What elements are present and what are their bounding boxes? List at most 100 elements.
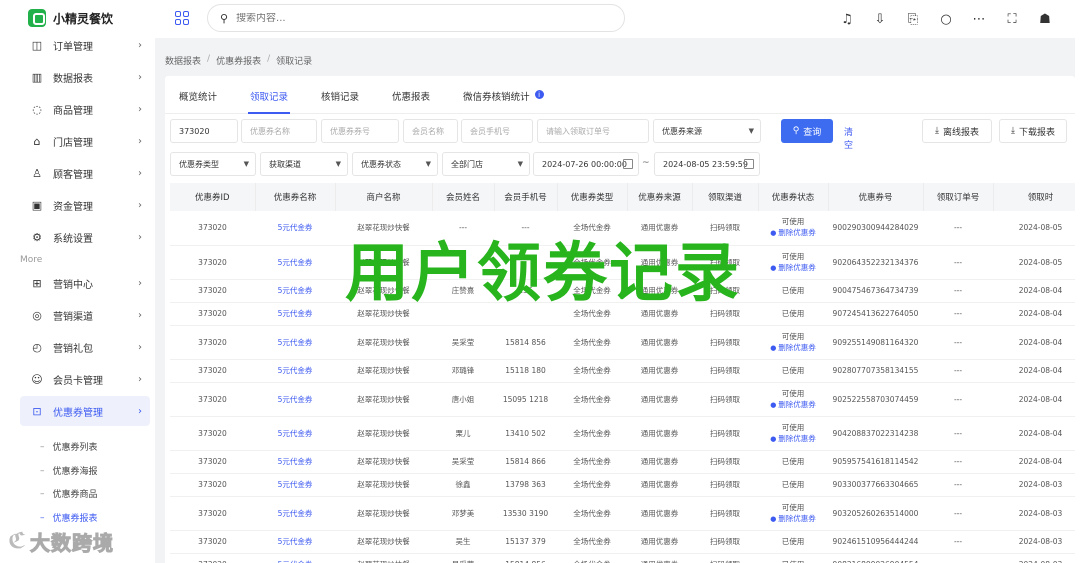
- coupon-type-select[interactable]: 优惠券类型 ▼: [170, 152, 256, 176]
- delete-coupon-link[interactable]: 删除优惠券: [758, 227, 828, 239]
- table-cell: 373020: [170, 211, 255, 246]
- chat-icon[interactable]: ⋯: [969, 9, 989, 29]
- status-text: 可使用: [781, 422, 805, 432]
- table-cell: 通用优惠券: [627, 359, 692, 383]
- search-input[interactable]: [236, 12, 537, 24]
- bell-icon[interactable]: ♫: [837, 9, 857, 29]
- table-cell: 373020: [170, 473, 255, 497]
- sidebar-item-products[interactable]: ◌ 商品管理 ›: [20, 94, 150, 124]
- member-name-field[interactable]: 会员名称: [403, 119, 458, 143]
- delete-coupon-link[interactable]: 删除优惠券: [758, 399, 828, 411]
- order-no-field[interactable]: 请输入领取订单号: [537, 119, 649, 143]
- table-cell[interactable]: 5元代金券: [255, 553, 335, 563]
- member-phone-field[interactable]: 会员手机号: [461, 119, 533, 143]
- tab-wechat-redemption[interactable]: 微信券核销统计 i: [463, 76, 544, 114]
- coupon-status-select[interactable]: 优惠券状态 ▼: [352, 152, 438, 176]
- date-start-value: 2024-07-26 00:00:00: [542, 159, 627, 169]
- sidebar: 小精灵餐饮 ◫ 订单管理 › ▥ 数据报表 › ◌ 商品管理 › ⌂ 门店管理 …: [10, 0, 155, 563]
- delete-coupon-link[interactable]: 删除优惠券: [758, 342, 828, 354]
- table-cell: 已使用: [758, 553, 828, 563]
- sidebar-item-channels[interactable]: ◎ 营销渠道 ›: [20, 300, 150, 330]
- table-cell[interactable]: 5元代金券: [255, 473, 335, 497]
- table-cell[interactable]: 5元代金券: [255, 496, 335, 531]
- sub-item-coupon-list[interactable]: – 优惠券列表: [40, 440, 98, 454]
- calendar-icon: [744, 159, 754, 169]
- delete-coupon-link[interactable]: 删除优惠券: [758, 433, 828, 445]
- column-header: 商户名称: [335, 183, 433, 211]
- coupon-no-field[interactable]: 优惠券券号: [321, 119, 399, 143]
- sidebar-item-coupons[interactable]: ⊡ 优惠券管理 ›: [20, 396, 150, 426]
- table-cell: 扫码领取: [692, 450, 758, 474]
- tab-redemption-records[interactable]: 核销记录: [321, 76, 359, 114]
- table-cell[interactable]: 5元代金券: [255, 416, 335, 451]
- table-cell[interactable]: 5元代金券: [255, 302, 335, 326]
- table-cell[interactable]: 5元代金券: [255, 450, 335, 474]
- table-cell: ---: [923, 279, 993, 303]
- sub-item-coupon-poster[interactable]: – 优惠券海报: [40, 464, 98, 478]
- sidebar-item-customers[interactable]: ♙ 顾客管理 ›: [20, 158, 150, 188]
- search-box[interactable]: ⚲: [207, 4, 625, 32]
- sidebar-item-reports[interactable]: ▥ 数据报表 ›: [20, 62, 150, 92]
- table-cell[interactable]: 5元代金券: [255, 382, 335, 417]
- coupon-name-field[interactable]: 优惠券名称: [241, 119, 317, 143]
- bookmark-icon[interactable]: ⎘: [903, 9, 923, 29]
- table-cell: 可使用删除优惠券: [758, 416, 828, 451]
- delete-coupon-link[interactable]: 删除优惠券: [758, 513, 828, 525]
- topbar: ⚲ ♫ ⇩ ⎘ ○ ⋯ ⛶ ☗: [155, 0, 1075, 38]
- info-icon[interactable]: i: [534, 90, 544, 99]
- sidebar-item-funds[interactable]: ▣ 资金管理 ›: [20, 190, 150, 220]
- date-end-field[interactable]: 2024-08-05 23:59:59: [654, 152, 760, 176]
- sidebar-item-settings[interactable]: ⚙ 系统设置 ›: [20, 222, 150, 252]
- channel-select[interactable]: 获取渠道 ▼: [260, 152, 348, 176]
- table-cell: 907245413622764050: [828, 302, 923, 326]
- search-icon[interactable]: ○: [936, 9, 956, 29]
- query-label: 查询: [803, 127, 822, 138]
- sidebar-item-marketing[interactable]: ⊞ 营销中心 ›: [20, 268, 150, 298]
- download-report-button[interactable]: ⤓ 下载报表: [999, 119, 1067, 143]
- dash-icon: –: [40, 488, 45, 499]
- sub-item-coupon-report[interactable]: – 优惠券报表: [40, 511, 98, 525]
- coupon-source-select[interactable]: 优惠券来源 ▼: [653, 119, 761, 143]
- apps-grid-icon[interactable]: [175, 11, 189, 25]
- date-start-field[interactable]: 2024-07-26 00:00:00: [533, 152, 639, 176]
- sidebar-item-orders[interactable]: ◫ 订单管理 ›: [20, 30, 150, 60]
- brand-logo-icon: [28, 9, 46, 27]
- coupon-id-field[interactable]: 373020: [170, 119, 238, 143]
- sidebar-item-label: 优惠券管理: [53, 407, 103, 419]
- breadcrumb: 数据报表 / 优惠券报表 / 领取记录: [165, 54, 312, 67]
- sidebar-item-gifts[interactable]: ◴ 营销礼包 ›: [20, 332, 150, 362]
- tab-overview[interactable]: 概览统计: [179, 76, 217, 114]
- table-cell: ---: [923, 382, 993, 417]
- user-profile-icon[interactable]: ☗: [1035, 9, 1055, 29]
- fullscreen-icon[interactable]: ⛶: [1002, 9, 1022, 29]
- table-cell[interactable]: 5元代金券: [255, 279, 335, 303]
- breadcrumb-item[interactable]: 数据报表: [165, 54, 201, 67]
- download-icon[interactable]: ⇩: [870, 9, 890, 29]
- clear-button[interactable]: 清空: [844, 125, 853, 151]
- sidebar-item-stores[interactable]: ⌂ 门店管理 ›: [20, 126, 150, 156]
- select-value: 优惠券类型: [179, 159, 219, 169]
- table-cell[interactable]: 5元代金券: [255, 245, 335, 280]
- tab-claim-records[interactable]: 领取记录: [248, 76, 291, 114]
- channel-icon: ◎: [32, 308, 42, 322]
- table-cell: 唐小姐: [432, 382, 494, 417]
- table-cell[interactable]: 5元代金券: [255, 530, 335, 554]
- table-cell: ---: [923, 302, 993, 326]
- table-cell[interactable]: 5元代金券: [255, 325, 335, 360]
- sub-item-coupon-products[interactable]: – 优惠券商品: [40, 487, 98, 501]
- table-cell: 吴采莹: [432, 553, 494, 563]
- breadcrumb-item[interactable]: 优惠券报表: [216, 54, 261, 67]
- chevron-right-icon: ›: [138, 277, 142, 289]
- sidebar-item-member-cards[interactable]: ☺ 会员卡管理 ›: [20, 364, 150, 394]
- table-cell: 15118 180: [494, 359, 557, 383]
- tab-discount-report[interactable]: 优惠报表: [392, 76, 430, 114]
- table-cell: 扫码领取: [692, 553, 758, 563]
- store-select[interactable]: 全部门店 ▼: [442, 152, 530, 176]
- delete-coupon-link[interactable]: 删除优惠券: [758, 262, 828, 274]
- table-row: 373020 5元代金券 赵翠花现炒快餐 吴生 15137 379 全场代金券 通用优惠券扫…: [170, 530, 1075, 554]
- table-cell[interactable]: 5元代金券: [255, 359, 335, 383]
- download-icon: ⤓: [935, 126, 939, 136]
- offline-report-button[interactable]: ⤓ 离线报表: [922, 119, 992, 143]
- query-button[interactable]: ⚲ 查询: [781, 119, 833, 143]
- table-cell[interactable]: 5元代金券: [255, 211, 335, 246]
